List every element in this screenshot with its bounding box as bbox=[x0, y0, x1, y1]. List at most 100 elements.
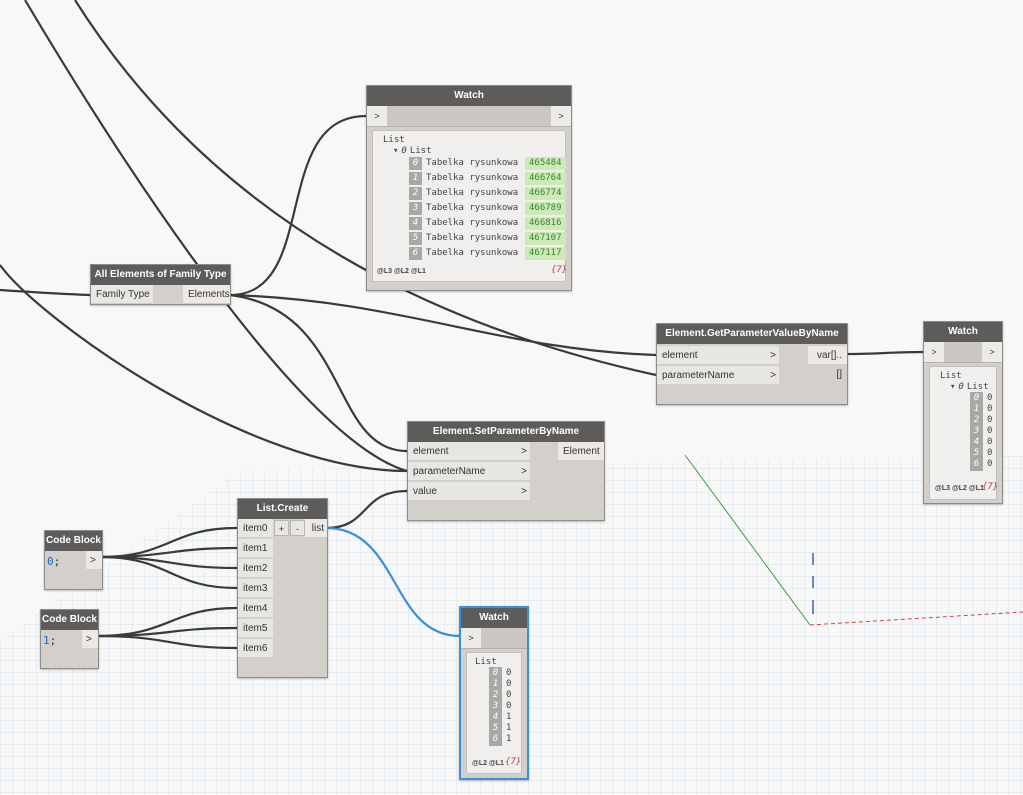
code-input[interactable]: 0; bbox=[47, 553, 60, 570]
sub-label: List bbox=[966, 382, 989, 392]
node-title: Watch bbox=[367, 86, 571, 106]
wire[interactable] bbox=[229, 293, 657, 357]
chevron-right-icon: > bbox=[521, 446, 527, 457]
axis-y-line bbox=[684, 454, 811, 626]
item-index: 6 bbox=[489, 733, 502, 746]
item-value: 0 bbox=[987, 448, 993, 458]
item-value: 466774 bbox=[525, 187, 566, 200]
list-item: 3 Tabelka rysunkowa bbox=[409, 202, 518, 215]
item-value: 1 bbox=[506, 712, 512, 722]
wire[interactable] bbox=[24, 0, 408, 473]
watch-preview: List ▾ 0 List 0 Tabelka rysunkowa 465484 1T… bbox=[372, 130, 568, 282]
sub-label: List bbox=[409, 146, 432, 156]
input-port-item2[interactable]: item2 bbox=[238, 559, 273, 578]
item-value: 0 bbox=[987, 415, 993, 425]
list-levels: @L3 @L2 @L1 bbox=[377, 268, 426, 275]
input-port[interactable]: > bbox=[924, 342, 944, 362]
watch-node-bottom[interactable]: Watch > List 00 10 20 30 41 51 61 @L2 @L… bbox=[459, 606, 529, 780]
item-value: 467117 bbox=[525, 247, 566, 260]
add-input-button[interactable]: + bbox=[274, 520, 289, 536]
output-port[interactable]: > bbox=[982, 342, 1002, 362]
item-label: Tabelka rysunkowa bbox=[426, 218, 519, 228]
item-label: Tabelka rysunkowa bbox=[426, 158, 519, 168]
list-create-node[interactable]: List.Create item0 item1 item2 item3 item… bbox=[237, 498, 328, 678]
list-count: {7} bbox=[505, 757, 522, 767]
axis-x-line bbox=[809, 611, 1023, 626]
input-port-item0[interactable]: item0 bbox=[238, 519, 273, 538]
input-port[interactable]: > bbox=[367, 106, 387, 126]
item-value: 466789 bbox=[525, 202, 566, 215]
item-index: 1 bbox=[409, 172, 422, 185]
code-block-node-1[interactable]: Code Block 0; > bbox=[44, 530, 103, 590]
port-label: element bbox=[662, 350, 698, 361]
watch-port-bar: > bbox=[461, 628, 527, 649]
wire[interactable] bbox=[99, 526, 238, 559]
code-input[interactable]: 1; bbox=[43, 632, 56, 649]
chevron-right-icon: > bbox=[521, 486, 527, 497]
list-item: 61 bbox=[489, 733, 511, 746]
item-value: 0 bbox=[506, 679, 512, 689]
item-value: 465484 bbox=[525, 157, 566, 170]
all-elements-of-family-type-node[interactable]: All Elements of Family Type Family Type … bbox=[90, 264, 231, 305]
input-port-parameter-name[interactable]: parameterName > bbox=[408, 462, 530, 481]
input-port-element[interactable]: element > bbox=[657, 346, 779, 365]
wire[interactable] bbox=[99, 546, 238, 559]
item-label: Tabelka rysunkowa bbox=[426, 173, 519, 183]
remove-input-button[interactable]: - bbox=[290, 520, 305, 536]
sub-index: 0 bbox=[958, 382, 964, 392]
output-port[interactable]: > bbox=[86, 551, 102, 570]
list-item: 0 Tabelka rysunkowa bbox=[409, 157, 518, 170]
list-count: {7} bbox=[551, 265, 568, 275]
watch-preview: List ▾ 0 List 00 10 20 30 40 50 60 @L3 @L2… bbox=[929, 366, 998, 500]
output-port-elements[interactable]: Elements bbox=[183, 285, 230, 304]
input-port-parameter-name[interactable]: parameterName > bbox=[657, 366, 779, 385]
wire[interactable] bbox=[96, 634, 238, 650]
item-index: 0 bbox=[409, 157, 422, 170]
input-port-item5[interactable]: item5 bbox=[238, 619, 273, 638]
item-value: 466816 bbox=[525, 217, 566, 230]
wire[interactable] bbox=[229, 114, 367, 297]
code-semicolon: ; bbox=[49, 634, 57, 647]
list-item: 6 Tabelka rysunkowa bbox=[409, 247, 518, 260]
graph-canvas[interactable]: Watch > > List ▾ 0 List 0 Tabelka rysunkowa… bbox=[0, 0, 1023, 795]
input-port-item1[interactable]: item1 bbox=[238, 539, 273, 558]
code-block-node-2[interactable]: Code Block 1; > bbox=[40, 609, 99, 669]
wire[interactable] bbox=[96, 606, 238, 638]
set-parameter-by-name-node[interactable]: Element.SetParameterByName element > para… bbox=[407, 421, 605, 521]
item-value: 0 bbox=[506, 690, 512, 700]
sub-index: 0 bbox=[401, 146, 407, 156]
output-port[interactable]: > bbox=[82, 630, 98, 649]
input-port[interactable]: > bbox=[461, 628, 481, 648]
wire-selected[interactable] bbox=[325, 526, 461, 638]
item-index: 5 bbox=[409, 232, 422, 245]
item-label: Tabelka rysunkowa bbox=[426, 248, 519, 258]
wire[interactable] bbox=[325, 489, 408, 530]
input-port-item3[interactable]: item3 bbox=[238, 579, 273, 598]
output-port-var[interactable]: var[]..[] bbox=[808, 346, 847, 380]
input-port-element[interactable]: element > bbox=[408, 442, 530, 461]
wire[interactable] bbox=[229, 293, 408, 453]
input-port-family-type[interactable]: Family Type bbox=[91, 285, 153, 304]
wire[interactable] bbox=[96, 626, 238, 638]
wire[interactable] bbox=[99, 555, 238, 590]
triangle-down-icon[interactable]: ▾ bbox=[950, 382, 955, 392]
output-port[interactable]: > bbox=[551, 106, 571, 126]
output-port-list[interactable]: list bbox=[305, 519, 327, 538]
watch-port-bar: > > bbox=[924, 342, 1002, 363]
input-port-item4[interactable]: item4 bbox=[238, 599, 273, 618]
input-port-item6[interactable]: item6 bbox=[238, 639, 273, 658]
item-value: 0 bbox=[987, 437, 993, 447]
item-value: 0 bbox=[987, 404, 993, 414]
watch-node-right[interactable]: Watch > > List ▾ 0 List 00 10 20 30 40 50 … bbox=[923, 321, 1003, 504]
node-title: All Elements of Family Type bbox=[91, 265, 230, 285]
output-port-element[interactable]: Element bbox=[558, 442, 604, 461]
input-port-value[interactable]: value > bbox=[408, 482, 530, 501]
wire[interactable] bbox=[99, 555, 238, 570]
triangle-down-icon[interactable]: ▾ bbox=[393, 146, 398, 156]
code-number: 0 bbox=[47, 555, 54, 568]
wire[interactable] bbox=[845, 350, 924, 356]
watch-node-top[interactable]: Watch > > List ▾ 0 List 0 Tabelka rysunkowa… bbox=[366, 85, 572, 291]
wire[interactable] bbox=[0, 288, 91, 297]
get-parameter-value-by-name-node[interactable]: Element.GetParameterValueByName element >… bbox=[656, 323, 848, 405]
node-title: Code Block bbox=[41, 610, 98, 630]
